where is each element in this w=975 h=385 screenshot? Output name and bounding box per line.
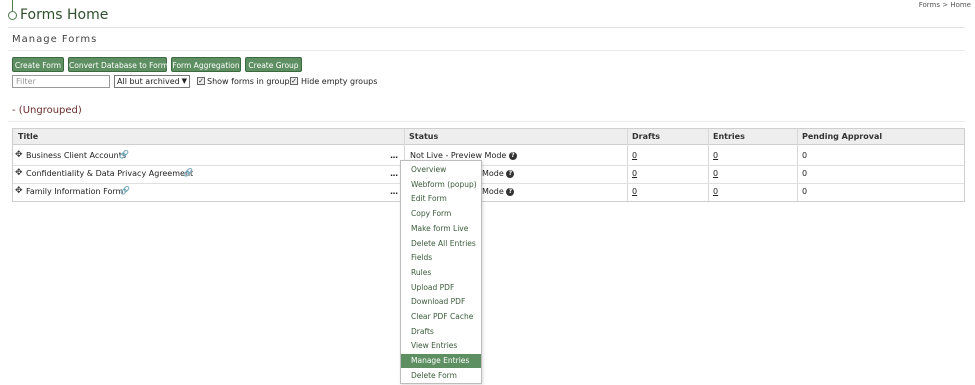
column-pending-header[interactable]: Pending Approval: [802, 132, 882, 141]
pending-count: 0: [802, 187, 808, 196]
menu-item-delete-form[interactable]: Delete Form: [401, 369, 481, 383]
menu-item-edit-form[interactable]: Edit Form: [401, 192, 481, 206]
menu-item-delete-all-entries[interactable]: Delete All Entries: [401, 237, 481, 251]
menu-item-make-live[interactable]: Make form Live: [401, 222, 481, 236]
link-icon[interactable]: 🔗: [119, 150, 129, 160]
menu-item-manage-entries[interactable]: Manage Entries: [401, 354, 481, 369]
form-status-text: Mode: [482, 187, 504, 196]
group-title[interactable]: - (Ungrouped): [12, 105, 82, 116]
help-icon[interactable]: ?: [508, 151, 517, 160]
menu-item-webform-popup[interactable]: Webform (popup): [401, 178, 481, 192]
menu-item-fields[interactable]: Fields: [401, 251, 481, 265]
archive-select[interactable]: All but archived ▼: [114, 75, 190, 88]
drag-handle-icon[interactable]: ✥: [15, 186, 23, 196]
header-accent-circle: [8, 11, 17, 20]
entries-count-link[interactable]: 0: [713, 169, 718, 179]
row-actions-button[interactable]: ...: [390, 151, 398, 161]
drafts-count-link[interactable]: 0: [632, 169, 637, 179]
convert-database-button[interactable]: Convert Database to Form: [68, 57, 168, 72]
pending-count: 0: [802, 151, 808, 160]
menu-item-clear-pdf-cache[interactable]: Clear PDF Cache: [401, 310, 481, 324]
column-status-header[interactable]: Status: [409, 132, 438, 141]
drafts-count-link[interactable]: 0: [632, 187, 637, 197]
form-title[interactable]: Family Information Form: [26, 187, 123, 197]
pending-count: 0: [802, 169, 808, 178]
breadcrumb[interactable]: Forms > Home: [919, 1, 971, 9]
menu-item-rules[interactable]: Rules: [401, 266, 481, 280]
hide-empty-groups-checkbox[interactable]: ✓: [290, 77, 298, 85]
entries-count-link[interactable]: 0: [713, 187, 718, 197]
hide-empty-groups-label: Hide empty groups: [301, 77, 378, 86]
form-status-text: Mode: [482, 169, 504, 178]
section-divider: [8, 50, 965, 51]
show-in-groups-checkbox[interactable]: ✓: [197, 77, 205, 85]
create-form-button[interactable]: Create Form: [12, 57, 64, 72]
column-drafts-header[interactable]: Drafts: [632, 132, 660, 141]
row-divider: [13, 165, 964, 166]
create-group-button[interactable]: Create Group: [245, 57, 302, 72]
show-in-groups-label: Show forms in groups: [207, 77, 294, 86]
drafts-count-link[interactable]: 0: [632, 151, 637, 161]
chevron-down-icon: ▼: [181, 77, 187, 85]
archive-select-value: All but archived: [117, 77, 180, 86]
link-icon[interactable]: 🔗: [183, 168, 193, 178]
row-actions-button[interactable]: ...: [390, 169, 398, 179]
form-status: Mode ?: [482, 169, 515, 179]
form-aggregation-button[interactable]: Form Aggregation: [171, 57, 241, 72]
menu-item-drafts[interactable]: Drafts: [401, 325, 481, 339]
drag-handle-icon[interactable]: ✥: [15, 150, 23, 160]
menu-item-upload-pdf[interactable]: Upload PDF: [401, 281, 481, 295]
row-actions-menu: Overview Webform (popup) Edit Form Copy …: [400, 160, 482, 384]
filter-input[interactable]: Filter: [12, 75, 110, 88]
row-divider: [13, 183, 964, 184]
menu-item-view-entries[interactable]: View Entries: [401, 339, 481, 353]
form-title[interactable]: Business Client Accounts: [26, 151, 126, 161]
title-divider: [8, 27, 965, 28]
link-icon[interactable]: 🔗: [120, 186, 130, 196]
group-divider: [8, 121, 965, 122]
column-title-header[interactable]: Title: [18, 132, 38, 141]
menu-item-copy-form[interactable]: Copy Form: [401, 207, 481, 221]
help-icon[interactable]: ?: [506, 169, 515, 178]
help-icon[interactable]: ?: [506, 187, 515, 196]
entries-count-link[interactable]: 0: [713, 151, 718, 161]
form-title[interactable]: Confidentiality & Data Privacy Agreement: [26, 169, 193, 179]
drag-handle-icon[interactable]: ✥: [15, 168, 23, 178]
menu-item-overview[interactable]: Overview: [401, 163, 481, 177]
column-entries-header[interactable]: Entries: [713, 132, 745, 141]
form-status: Mode ?: [482, 187, 515, 197]
menu-item-download-pdf[interactable]: Download PDF: [401, 295, 481, 309]
section-title: Manage Forms: [12, 34, 98, 45]
form-status-text: Not Live - Preview Mode: [410, 151, 507, 160]
page-title: Forms Home: [20, 7, 109, 23]
row-actions-button[interactable]: ...: [390, 187, 398, 197]
